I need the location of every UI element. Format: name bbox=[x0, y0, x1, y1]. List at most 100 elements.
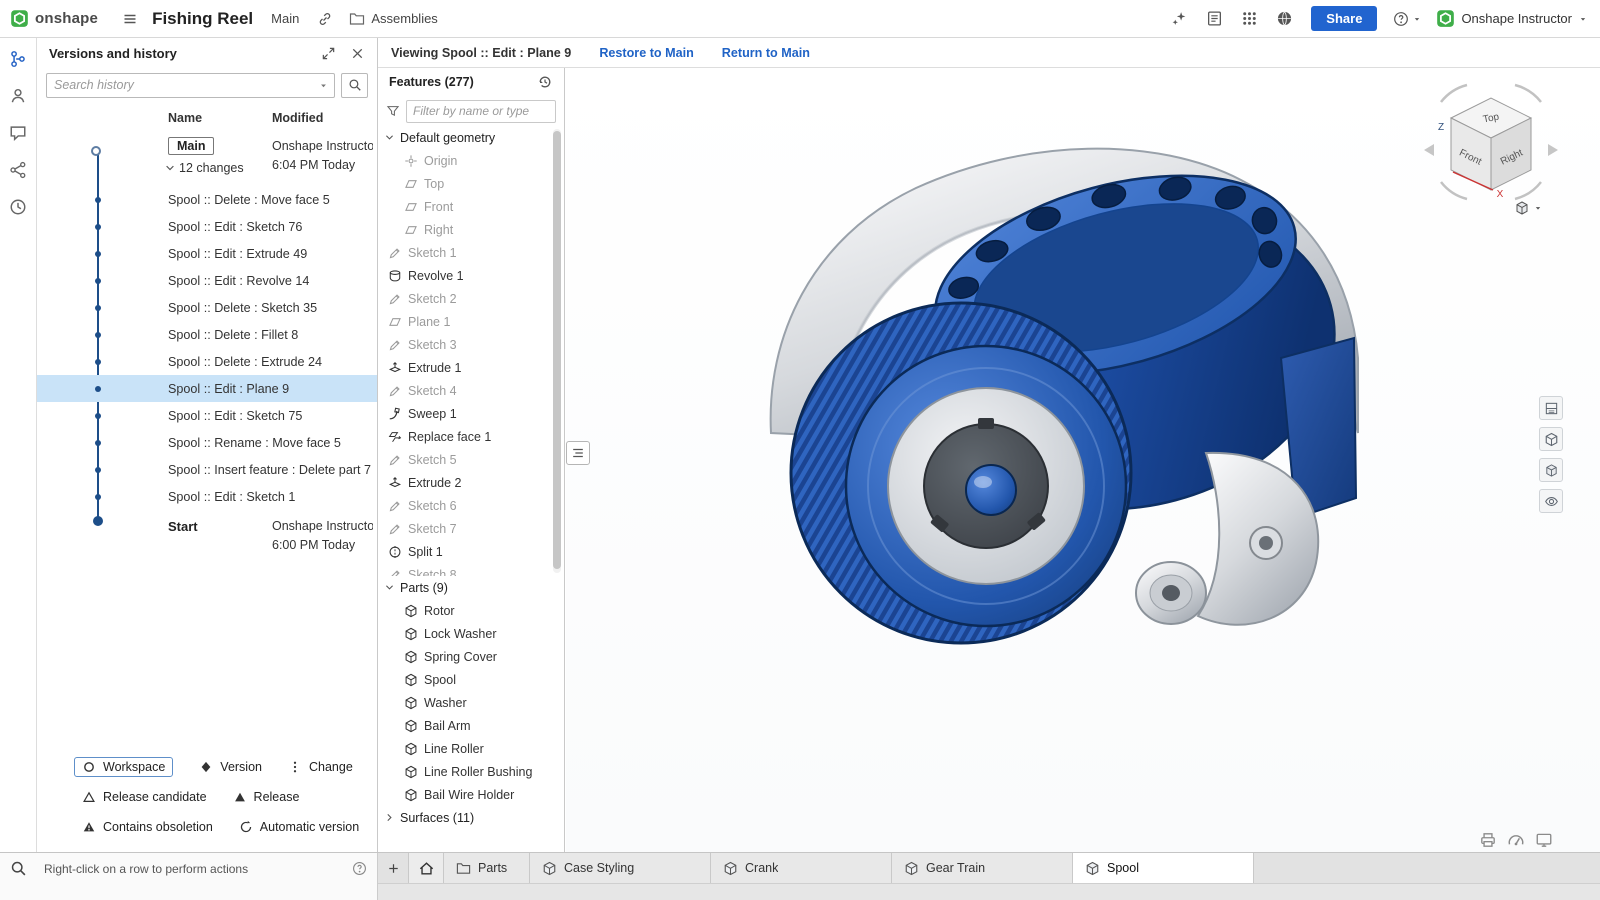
feature-row[interactable]: Sketch 3 bbox=[378, 333, 564, 356]
history-change-row[interactable]: Spool :: Delete : Fillet 8 bbox=[37, 321, 377, 348]
add-tab-button[interactable] bbox=[378, 853, 408, 883]
expand-panel-icon[interactable] bbox=[321, 46, 336, 61]
apps-grid-icon[interactable] bbox=[1241, 10, 1258, 27]
performance-icon[interactable] bbox=[1507, 831, 1525, 849]
history-change-row[interactable]: Spool :: Rename : Move face 5 bbox=[37, 429, 377, 456]
history-change-row[interactable]: Spool :: Edit : Sketch 75 bbox=[37, 402, 377, 429]
changes-toggle[interactable]: 12 changes bbox=[164, 161, 244, 175]
home-tab-button[interactable] bbox=[408, 853, 444, 883]
part-row[interactable]: Lock Washer bbox=[378, 622, 564, 645]
feature-row[interactable]: Sketch 7 bbox=[378, 517, 564, 540]
rollback-history-icon[interactable] bbox=[537, 74, 553, 90]
history-change-row[interactable]: Spool :: Edit : Sketch 1 bbox=[37, 483, 377, 510]
history-change-row[interactable]: Spool :: Delete : Sketch 35 bbox=[37, 294, 377, 321]
default-geometry-section[interactable]: Default geometry bbox=[378, 126, 564, 149]
feature-row[interactable]: Extrude 1 bbox=[378, 356, 564, 379]
wireframe-view-button[interactable] bbox=[1539, 427, 1563, 451]
named-views-button[interactable] bbox=[1539, 489, 1563, 513]
history-change-row[interactable]: Spool :: Edit : Extrude 49 bbox=[37, 240, 377, 267]
part-row[interactable]: Washer bbox=[378, 691, 564, 714]
surfaces-section[interactable]: Surfaces (11) bbox=[378, 806, 564, 829]
feature-row[interactable]: Revolve 1 bbox=[378, 264, 564, 287]
feature-row[interactable]: Replace face 1 bbox=[378, 425, 564, 448]
scrollbar-thumb[interactable] bbox=[553, 131, 561, 569]
feature-filter-input[interactable] bbox=[406, 100, 556, 123]
return-to-main-link[interactable]: Return to Main bbox=[722, 46, 810, 60]
panel-strip-button[interactable] bbox=[7, 196, 29, 218]
feature-row[interactable]: Sketch 2 bbox=[378, 287, 564, 310]
main-workspace-badge[interactable]: Main bbox=[168, 137, 214, 155]
document-tab[interactable]: Spool bbox=[1073, 853, 1254, 883]
part-row[interactable]: Line Roller Bushing bbox=[378, 760, 564, 783]
view-options-button[interactable] bbox=[1514, 200, 1543, 216]
change-label: Spool :: Rename : Move face 5 bbox=[168, 436, 341, 450]
link-icon[interactable] bbox=[317, 11, 333, 27]
document-tab[interactable]: Parts bbox=[444, 853, 530, 883]
history-change-row[interactable]: Spool :: Edit : Sketch 76 bbox=[37, 213, 377, 240]
history-change-row[interactable]: Spool :: Delete : Extrude 24 bbox=[37, 348, 377, 375]
panel-strip-button[interactable] bbox=[7, 122, 29, 144]
feature-row[interactable]: Top bbox=[378, 172, 564, 195]
history-change-row[interactable]: Spool :: Delete : Move face 5 bbox=[37, 186, 377, 213]
sparkle-icon[interactable] bbox=[1171, 10, 1188, 27]
document-tab[interactable]: Case Styling bbox=[530, 853, 711, 883]
shaded-view-button[interactable] bbox=[1539, 458, 1563, 482]
history-search-button[interactable] bbox=[341, 73, 368, 98]
feature-row[interactable]: Sketch 8 bbox=[378, 563, 564, 576]
feature-row[interactable]: Origin bbox=[378, 149, 564, 172]
section-view-button[interactable] bbox=[1539, 396, 1563, 420]
part-row[interactable]: Bail Arm bbox=[378, 714, 564, 737]
history-change-row[interactable]: Spool :: Edit : Revolve 14 bbox=[37, 267, 377, 294]
user-account-menu[interactable]: Onshape Instructor bbox=[1436, 9, 1588, 28]
close-panel-icon[interactable] bbox=[350, 46, 365, 61]
feature-row[interactable]: Front bbox=[378, 195, 564, 218]
feature-name: Sketch 7 bbox=[408, 522, 457, 536]
feature-row[interactable]: Right bbox=[378, 218, 564, 241]
graphics-viewport[interactable]: Top Front Right Z X bbox=[566, 68, 1600, 852]
restore-to-main-link[interactable]: Restore to Main bbox=[599, 46, 693, 60]
feature-row[interactable]: Sketch 4 bbox=[378, 379, 564, 402]
part-row[interactable]: Line Roller bbox=[378, 737, 564, 760]
history-change-row[interactable]: Spool :: Edit : Plane 9 bbox=[37, 375, 377, 402]
part-row[interactable]: Rotor bbox=[378, 599, 564, 622]
history-search-input[interactable] bbox=[47, 78, 318, 92]
feature-row[interactable]: Sketch 5 bbox=[378, 448, 564, 471]
feature-list-rollup-handle[interactable] bbox=[566, 441, 590, 465]
doc-list-icon[interactable] bbox=[1206, 10, 1223, 27]
search-filter-caret-icon[interactable] bbox=[318, 80, 329, 91]
breadcrumb-folder[interactable]: Assemblies bbox=[349, 11, 437, 27]
print-icon[interactable] bbox=[1479, 831, 1497, 849]
start-row[interactable]: Start Onshape Instructor 6:00 PM Today bbox=[37, 510, 377, 560]
history-search-box[interactable] bbox=[46, 73, 335, 98]
panel-strip-button[interactable] bbox=[7, 159, 29, 181]
panel-strip-button[interactable] bbox=[7, 48, 29, 70]
magnifier-icon[interactable] bbox=[10, 860, 27, 877]
document-tab[interactable]: Gear Train bbox=[892, 853, 1073, 883]
feature-row[interactable]: Extrude 2 bbox=[378, 471, 564, 494]
workspace-main-row[interactable]: Main 12 changes Onshape Instructor 6:04 … bbox=[37, 130, 377, 186]
globe-icon[interactable] bbox=[1276, 10, 1293, 27]
feature-row[interactable]: Sketch 1 bbox=[378, 241, 564, 264]
feature-list-scrollbar[interactable] bbox=[553, 129, 561, 573]
filter-icon[interactable] bbox=[386, 104, 400, 118]
history-change-row[interactable]: Spool :: Insert feature : Delete part 7 bbox=[37, 456, 377, 483]
model-3d-fishing-reel-spool[interactable] bbox=[736, 118, 1416, 758]
panel-strip-button[interactable] bbox=[7, 85, 29, 107]
parts-section[interactable]: Parts (9) bbox=[378, 576, 564, 599]
feature-row[interactable]: Plane 1 bbox=[378, 310, 564, 333]
display-icon[interactable] bbox=[1535, 831, 1553, 849]
feature-row[interactable]: Sweep 1 bbox=[378, 402, 564, 425]
share-button[interactable]: Share bbox=[1311, 6, 1377, 31]
part-row[interactable]: Bail Wire Holder bbox=[378, 783, 564, 806]
part-row[interactable]: Spool bbox=[378, 668, 564, 691]
feature-row[interactable]: Split 1 bbox=[378, 540, 564, 563]
part-row[interactable]: Spring Cover bbox=[378, 645, 564, 668]
workspace-name[interactable]: Main bbox=[271, 11, 299, 26]
onshape-logo[interactable]: onshape bbox=[10, 9, 98, 28]
document-tab[interactable]: Crank bbox=[711, 853, 892, 883]
diamond-icon bbox=[199, 760, 213, 774]
help-menu[interactable] bbox=[1393, 11, 1422, 27]
help-icon[interactable] bbox=[352, 861, 367, 876]
main-menu-icon[interactable] bbox=[122, 11, 138, 27]
feature-row[interactable]: Sketch 6 bbox=[378, 494, 564, 517]
